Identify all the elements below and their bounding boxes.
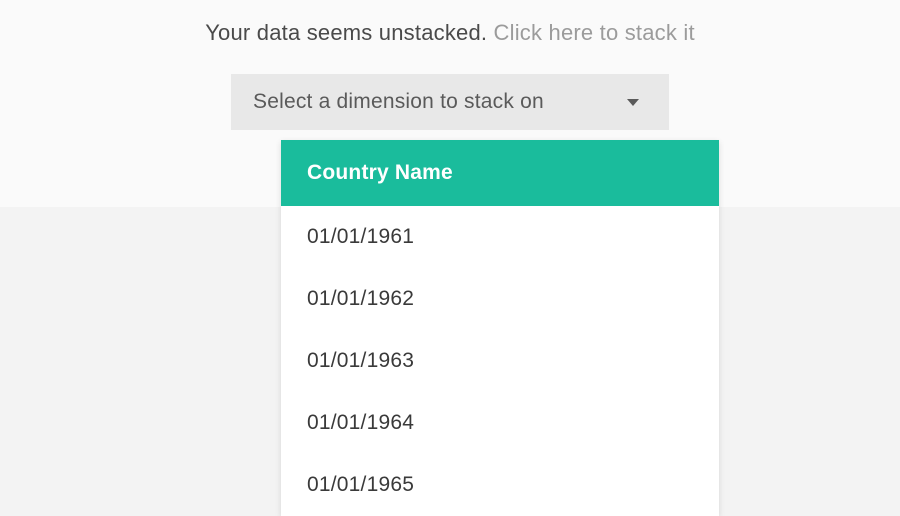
dropdown-placeholder: Select a dimension to stack on <box>253 90 544 114</box>
info-message-text: Your data seems unstacked. <box>205 20 493 45</box>
dropdown-option-date-3[interactable]: 01/01/1963 <box>281 330 719 392</box>
dropdown-option-date-1[interactable]: 01/01/1961 <box>281 206 719 268</box>
info-message: Your data seems unstacked. Click here to… <box>0 20 900 46</box>
dropdown-option-date-4[interactable]: 01/01/1964 <box>281 392 719 454</box>
stack-link[interactable]: Click here to stack it <box>494 20 695 45</box>
dimension-dropdown-button[interactable]: Select a dimension to stack on <box>231 74 669 130</box>
dropdown-option-country-name[interactable]: Country Name <box>281 140 719 206</box>
dropdown-wrapper: Select a dimension to stack on <box>0 74 900 130</box>
dropdown-option-date-2[interactable]: 01/01/1962 <box>281 268 719 330</box>
dropdown-option-date-5[interactable]: 01/01/1965 <box>281 454 719 516</box>
dimension-dropdown-list: Country Name 01/01/1961 01/01/1962 01/01… <box>281 140 719 516</box>
chevron-down-icon <box>627 99 639 106</box>
